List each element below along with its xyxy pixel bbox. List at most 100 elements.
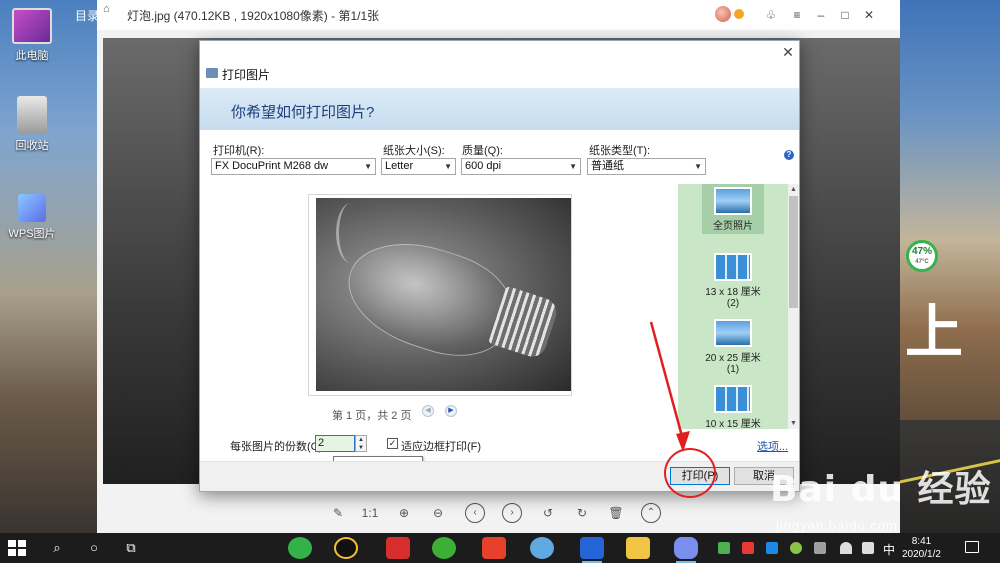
start-button[interactable] <box>8 540 26 556</box>
task-view-icon[interactable]: ⧉ <box>121 538 141 558</box>
portrait-thumbnail-icon <box>714 385 752 413</box>
qq-penguin-app-icon[interactable] <box>530 537 554 559</box>
wps-app-icon[interactable] <box>580 537 604 563</box>
paper-size-label: 纸张大小(S): <box>383 145 445 157</box>
more-icon[interactable]: ⌃ <box>641 503 661 523</box>
file-explorer-app-icon[interactable] <box>626 537 650 559</box>
taskbar-clock[interactable]: 8:41 2020/1/2 <box>902 535 941 561</box>
qq-app-icon[interactable] <box>334 537 358 559</box>
chevron-down-icon: ▼ <box>694 162 702 171</box>
landscape-thumbnail-icon <box>714 319 752 347</box>
device-tray-icon[interactable] <box>814 542 826 554</box>
scroll-up-icon[interactable]: ▲ <box>788 184 799 195</box>
landscape-thumbnail-icon <box>714 187 752 215</box>
wallpaper-character: 上 <box>905 298 964 366</box>
update-tray-icon[interactable] <box>790 542 802 554</box>
close-icon[interactable]: ✕ <box>859 5 879 25</box>
dialog-title: 打印图片 <box>222 68 271 82</box>
layout-label: 20 x 25 厘米 (1) <box>705 353 761 375</box>
delete-icon[interactable]: 🗑 <box>606 503 626 523</box>
taskbar: ⌕ ○ ⧉ 中 8:41 2020/1/2 <box>0 533 1000 563</box>
portrait-thumbnail-icon <box>714 253 752 281</box>
maximize-icon[interactable]: □ <box>835 5 855 25</box>
volume-icon[interactable] <box>862 542 874 554</box>
printer-value: FX DocuPrint M268 dw <box>215 160 329 172</box>
previous-page-icon[interactable]: ◀ <box>422 405 434 417</box>
zoom-in-icon[interactable]: ⊕ <box>394 503 414 523</box>
desktop-icon-this-pc[interactable]: 此电脑 <box>0 8 64 63</box>
options-link[interactable]: 选项... <box>757 438 788 454</box>
layout-item-13x18[interactable]: 13 x 18 厘米 (2) <box>678 250 788 311</box>
wifi-icon[interactable] <box>840 542 852 554</box>
wechat-app-icon[interactable] <box>432 537 456 559</box>
viewer-title: 灯泡.jpg (470.12KB , 1920x1080像素) - 第1/1张 <box>127 9 380 23</box>
office-app-icon[interactable] <box>482 537 506 559</box>
cortana-icon[interactable]: ○ <box>84 538 104 558</box>
dialog-heading: 你希望如何打印图片? <box>231 104 375 121</box>
previous-image-icon[interactable]: ‹ <box>465 503 485 523</box>
skin-icon[interactable]: ♧ <box>761 5 781 25</box>
scroll-down-icon[interactable]: ▼ <box>788 418 799 429</box>
quality-value: 600 dpi <box>465 160 502 172</box>
layout-item-full-page[interactable]: 全页照片 <box>678 184 788 234</box>
smoke-shape <box>336 203 366 263</box>
annotation-circle <box>664 448 716 498</box>
fit-frame-label[interactable]: 适应边框打印(F) <box>401 438 481 454</box>
vip-medal-icon[interactable] <box>734 9 744 19</box>
input-method-indicator[interactable]: 中 <box>883 541 895 558</box>
quality-label: 质量(Q): <box>462 145 503 157</box>
battery-tray-icon[interactable] <box>718 542 730 554</box>
edit-icon[interactable]: ✎ <box>328 503 348 523</box>
chevron-down-icon: ▼ <box>569 162 577 171</box>
next-page-icon[interactable]: ▶ <box>445 405 457 417</box>
wps-pictures-app-icon[interactable] <box>674 537 698 563</box>
quality-select[interactable]: 600 dpi ▼ <box>461 158 581 175</box>
system-monitor-gauge[interactable]: 47% 47°C <box>906 240 938 272</box>
search-icon[interactable]: ⌕ <box>47 538 67 558</box>
help-icon[interactable]: ? <box>784 150 794 160</box>
layout-item-20x25[interactable]: 20 x 25 厘米 (1) <box>678 316 788 377</box>
page-indicator: 第 1 页，共 2 页 <box>332 410 412 422</box>
layout-scrollbar[interactable]: ▲ ▼ <box>788 184 799 429</box>
viewer-home-icon[interactable]: ⌂ <box>103 3 110 15</box>
layout-item-10x15[interactable]: 10 x 15 厘米 (2) <box>678 382 788 429</box>
viewer-titlebar: 目录 ⌂ 灯泡.jpg (470.12KB , 1920x1080像素) - 第… <box>75 0 900 30</box>
pdf-reader-app-icon[interactable] <box>386 537 410 559</box>
clock-time: 8:41 <box>911 536 932 547</box>
desktop-icon-wps-pictures[interactable]: WPS图片 <box>0 194 64 241</box>
network-app-tray-icon[interactable] <box>766 542 778 554</box>
copies-stepper[interactable]: ▲ ▼ <box>355 435 367 452</box>
next-image-icon[interactable]: › <box>502 503 522 523</box>
zoom-out-icon[interactable]: ⊖ <box>428 503 448 523</box>
layout-label: 13 x 18 厘米 (2) <box>705 287 761 309</box>
fit-frame-checkbox[interactable]: ✓ <box>387 438 398 449</box>
antivirus-tray-icon[interactable] <box>742 542 754 554</box>
user-avatar[interactable] <box>715 6 731 22</box>
gauge-temp: 47°C <box>915 259 929 265</box>
printer-icon <box>206 68 218 78</box>
copies-label: 每张图片的份数(C): <box>230 441 326 453</box>
print-pictures-dialog: ✕ 打印图片 你希望如何打印图片? 打印机(R): FX DocuPrint M… <box>199 40 800 492</box>
paper-type-value: 普通纸 <box>591 160 624 172</box>
rotate-right-icon[interactable]: ↻ <box>572 503 592 523</box>
dialog-close-icon[interactable]: ✕ <box>780 44 796 60</box>
paper-size-select[interactable]: Letter ▼ <box>381 158 456 175</box>
printer-select[interactable]: FX DocuPrint M268 dw ▼ <box>211 158 376 175</box>
browser-app-icon[interactable] <box>288 537 312 559</box>
paper-size-value: Letter <box>385 160 414 172</box>
chevron-down-icon: ▼ <box>444 162 452 171</box>
rotate-left-icon[interactable]: ↺ <box>538 503 558 523</box>
desktop-icon-recycle-bin[interactable]: 回收站 <box>0 96 64 153</box>
clock-date: 2020/1/2 <box>902 549 941 560</box>
layout-label: 10 x 15 厘米 (2) <box>705 419 761 429</box>
actual-size-button[interactable]: 1:1 <box>360 503 380 523</box>
gauge-percent: 47% <box>911 246 932 257</box>
scrollbar-thumb[interactable] <box>789 196 798 308</box>
desktop-icon-label: WPS图片 <box>8 228 56 240</box>
paper-type-select[interactable]: 普通纸 ▼ <box>587 158 706 175</box>
minimize-icon[interactable]: – <box>811 5 831 25</box>
viewer-catalog-tab[interactable]: 目录 <box>75 7 99 24</box>
copies-input[interactable]: 2 <box>315 435 355 452</box>
notification-icon[interactable] <box>965 541 979 553</box>
menu-icon[interactable]: ≡ <box>787 5 807 25</box>
